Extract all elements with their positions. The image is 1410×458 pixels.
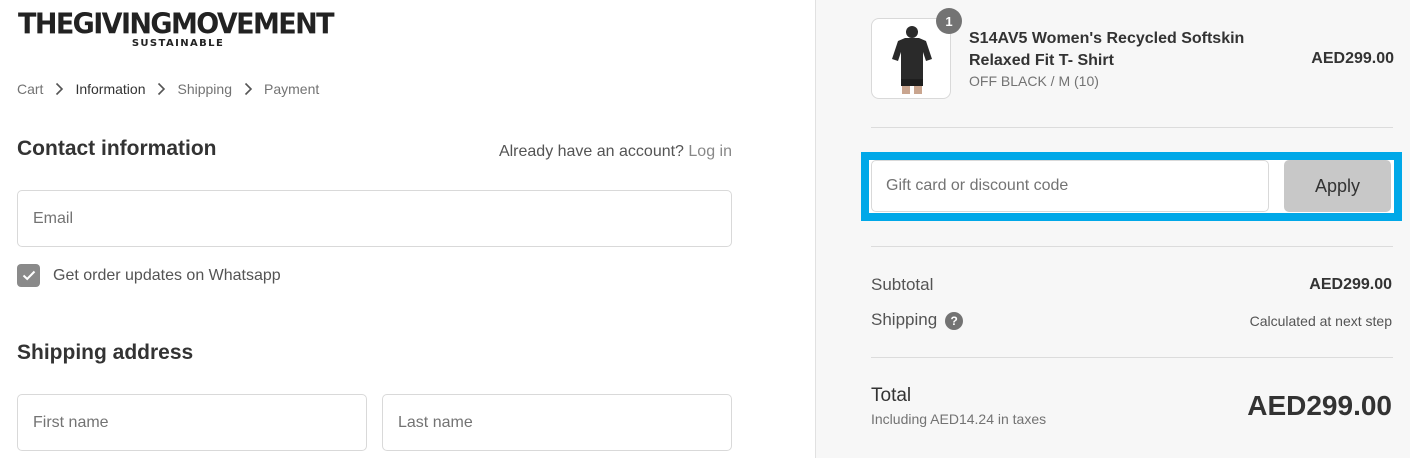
chevron-right-icon: [49, 80, 69, 98]
discount-code-input[interactable]: Gift card or discount code: [871, 160, 1269, 212]
product-variant: OFF BLACK / M (10): [969, 73, 1099, 89]
subtotal-label: Subtotal: [871, 275, 934, 294]
first-name-placeholder: First name: [33, 413, 109, 431]
cart-line-item: 1 S14AV5 Women's Recycled Softskin Relax…: [871, 8, 1394, 100]
product-name: S14AV5 Women's Recycled Softskin Relaxed…: [969, 30, 1245, 69]
chevron-right-icon: [238, 80, 258, 98]
email-placeholder: Email: [33, 209, 74, 227]
divider: [871, 357, 1393, 358]
shipping-address-title: Shipping address: [17, 341, 194, 364]
shipping-label: Shipping: [871, 310, 938, 329]
tax-note: Including AED14.24 in taxes: [871, 411, 1047, 427]
apply-button[interactable]: Apply: [1284, 160, 1391, 212]
check-icon: [22, 270, 35, 281]
product-price: AED299.00: [1311, 50, 1394, 67]
breadcrumb-shipping: Shipping: [177, 81, 233, 97]
whatsapp-option[interactable]: Get order updates on Whatsapp: [17, 264, 281, 287]
discount-placeholder: Gift card or discount code: [886, 177, 1069, 194]
last-name-field[interactable]: Last name: [382, 394, 732, 451]
subtotal-value: AED299.00: [1309, 276, 1392, 293]
order-summary: 1 S14AV5 Women's Recycled Softskin Relax…: [815, 0, 1410, 458]
first-name-field[interactable]: First name: [17, 394, 367, 451]
whatsapp-label: Get order updates on Whatsapp: [53, 266, 281, 284]
chevron-right-icon: [152, 80, 172, 98]
shipping-row-label: Shipping?: [871, 310, 964, 330]
divider: [871, 127, 1393, 128]
email-field[interactable]: Email: [17, 190, 732, 247]
breadcrumb: Cart Information Shipping Payment: [17, 80, 319, 98]
contact-information-title: Contact information: [17, 137, 217, 160]
brand-name: THEGIVINGMOVEMENT: [18, 8, 335, 41]
quantity-badge: 1: [936, 8, 962, 34]
divider: [871, 246, 1393, 247]
breadcrumb-payment: Payment: [264, 81, 320, 97]
last-name-placeholder: Last name: [398, 413, 473, 431]
total-label: Total: [871, 385, 912, 406]
brand-logo[interactable]: THEGIVINGMOVEMENT SUSTAINABLE: [18, 8, 338, 49]
account-prompt: Already have an account? Log in: [499, 143, 732, 161]
breadcrumb-cart[interactable]: Cart: [17, 80, 43, 98]
account-prompt-text: Already have an account?: [498, 143, 684, 160]
checkout-main: THEGIVINGMOVEMENT SUSTAINABLE Cart Infor…: [0, 0, 815, 458]
shipping-value: Calculated at next step: [1249, 313, 1392, 329]
login-link[interactable]: Log in: [688, 143, 732, 160]
total-value: AED299.00: [1247, 390, 1392, 421]
breadcrumb-information: Information: [75, 81, 146, 97]
whatsapp-checkbox[interactable]: [17, 264, 40, 287]
discount-highlight: Gift card or discount code Apply: [861, 152, 1402, 221]
help-icon[interactable]: ?: [945, 311, 964, 330]
